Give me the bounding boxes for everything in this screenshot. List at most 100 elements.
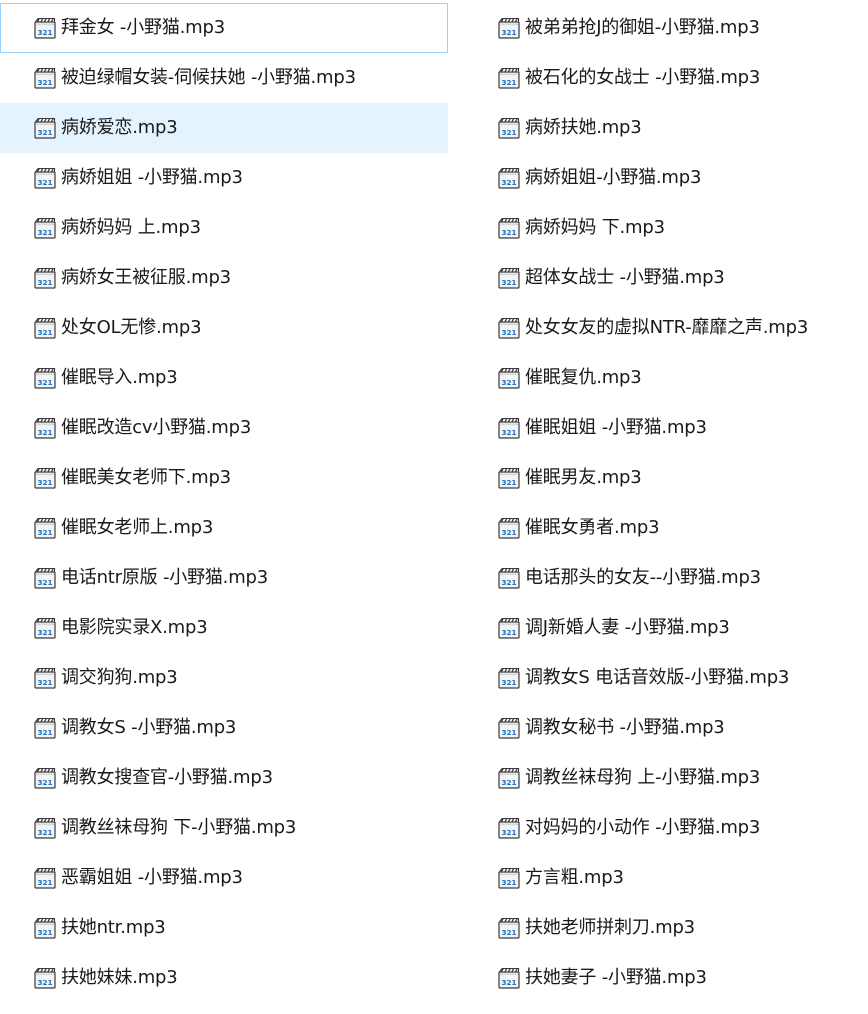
media-audio-file-icon: 321 [498,267,520,289]
file-name: 催眠导入.mp3 [61,367,178,388]
file-item[interactable]: 321 催眠女勇者.mp3 [448,503,868,553]
file-item[interactable]: 321 电影院实录X.mp3 [0,603,448,653]
file-name: 病娇爱恋.mp3 [61,117,178,138]
media-audio-file-icon: 321 [34,817,56,839]
file-item[interactable]: 321 拜金女 -小野猫.mp3 [0,3,448,53]
svg-text:321: 321 [501,428,516,437]
media-audio-file-icon: 321 [34,567,56,589]
file-item[interactable]: 321 病娇妈妈 上.mp3 [0,203,448,253]
file-name: 病娇扶她.mp3 [525,117,642,138]
file-item[interactable]: 321 调教女秘书 -小野猫.mp3 [448,703,868,753]
file-item[interactable]: 321 扶她妹妹.mp3 [0,953,448,1003]
file-item[interactable]: 321 病娇女王被征服.mp3 [0,253,448,303]
media-audio-file-icon: 321 [34,967,56,989]
file-item[interactable]: 321 调J新婚人妻 -小野猫.mp3 [448,603,868,653]
file-name: 调教女秘书 -小野猫.mp3 [525,717,725,738]
svg-text:321: 321 [501,778,516,787]
media-audio-file-icon: 321 [498,117,520,139]
file-item[interactable]: 321 催眠女老师上.mp3 [0,503,448,553]
file-item[interactable]: 321 被弟弟抢J的御姐-小野猫.mp3 [448,3,868,53]
file-item[interactable]: 321 调教丝袜母狗 下-小野猫.mp3 [0,803,448,853]
media-audio-file-icon: 321 [498,667,520,689]
file-item[interactable]: 321 电话那头的女友--小野猫.mp3 [448,553,868,603]
svg-text:321: 321 [501,78,516,87]
file-item[interactable]: 321 病娇妈妈 下.mp3 [448,203,868,253]
svg-text:321: 321 [37,978,52,987]
svg-text:321: 321 [501,678,516,687]
file-item[interactable]: 321 催眠改造cv小野猫.mp3 [0,403,448,453]
svg-text:321: 321 [37,78,52,87]
media-audio-file-icon: 321 [34,67,56,89]
file-item[interactable]: 321 催眠男友.mp3 [448,453,868,503]
svg-text:321: 321 [501,378,516,387]
file-item[interactable]: 321 病娇姐姐 -小野猫.mp3 [0,153,448,203]
file-item[interactable]: 321 处女女友的虚拟NTR-靡靡之声.mp3 [448,303,868,353]
file-item[interactable]: 321 被迫绿帽女装-伺候扶她 -小野猫.mp3 [0,53,448,103]
media-audio-file-icon: 321 [34,117,56,139]
media-audio-file-icon: 321 [498,17,520,39]
media-audio-file-icon: 321 [498,767,520,789]
media-audio-file-icon: 321 [498,367,520,389]
media-audio-file-icon: 321 [498,917,520,939]
svg-text:321: 321 [501,328,516,337]
file-item[interactable]: 321 病娇扶她.mp3 [448,103,868,153]
media-audio-file-icon: 321 [498,967,520,989]
file-item[interactable]: 321 电话ntr原版 -小野猫.mp3 [0,553,448,603]
file-item[interactable]: 321 催眠复仇.mp3 [448,353,868,403]
file-item[interactable]: 321 扶她ntr.mp3 [0,903,448,953]
file-item[interactable]: 321 对妈妈的小动作 -小野猫.mp3 [448,803,868,853]
file-item[interactable]: 321 调教女S 电话音效版-小野猫.mp3 [448,653,868,703]
file-name: 病娇姐姐-小野猫.mp3 [525,167,702,188]
file-item[interactable]: 321 病娇姐姐-小野猫.mp3 [448,153,868,203]
file-item[interactable]: 321 方言粗.mp3 [448,853,868,903]
media-audio-file-icon: 321 [34,267,56,289]
file-item[interactable]: 321 处女OL无惨.mp3 [0,303,448,353]
file-name: 调教女S 电话音效版-小野猫.mp3 [525,667,790,688]
file-item[interactable]: 321 调交狗狗.mp3 [0,653,448,703]
media-audio-file-icon: 321 [498,517,520,539]
file-name: 病娇妈妈 下.mp3 [525,217,665,238]
file-item[interactable]: 321 调教女S -小野猫.mp3 [0,703,448,753]
svg-text:321: 321 [37,428,52,437]
svg-text:321: 321 [501,128,516,137]
file-item[interactable]: 321 催眠导入.mp3 [0,353,448,403]
file-item[interactable]: 321 超体女战士 -小野猫.mp3 [448,253,868,303]
file-name: 病娇女王被征服.mp3 [61,267,231,288]
media-audio-file-icon: 321 [498,317,520,339]
svg-text:321: 321 [37,628,52,637]
file-name: 处女OL无惨.mp3 [61,317,202,338]
media-audio-file-icon: 321 [34,667,56,689]
file-name: 被弟弟抢J的御姐-小野猫.mp3 [525,17,760,38]
svg-text:321: 321 [501,228,516,237]
file-name: 对妈妈的小动作 -小野猫.mp3 [525,817,761,838]
file-item[interactable]: 321 扶她老师拼刺刀.mp3 [448,903,868,953]
svg-text:321: 321 [501,278,516,287]
file-name: 方言粗.mp3 [525,867,624,888]
media-audio-file-icon: 321 [34,867,56,889]
file-item[interactable]: 321 病娇爱恋.mp3 [0,103,448,153]
media-audio-file-icon: 321 [498,567,520,589]
file-name: 病娇妈妈 上.mp3 [61,217,201,238]
file-name: 调教丝袜母狗 下-小野猫.mp3 [61,817,297,838]
file-list: 321 拜金女 -小野猫.mp3 321 被弟弟抢J的御姐-小野猫.mp3 321 被迫绿… [0,3,868,1003]
file-item[interactable]: 321 扶她妻子 -小野猫.mp3 [448,953,868,1003]
svg-text:321: 321 [37,728,52,737]
file-item[interactable]: 321 催眠姐姐 -小野猫.mp3 [448,403,868,453]
file-item[interactable]: 321 调教丝袜母狗 上-小野猫.mp3 [448,753,868,803]
svg-text:321: 321 [501,28,516,37]
file-item[interactable]: 321 被石化的女战士 -小野猫.mp3 [448,53,868,103]
svg-text:321: 321 [501,728,516,737]
file-item[interactable]: 321 调教女搜查官-小野猫.mp3 [0,753,448,803]
media-audio-file-icon: 321 [34,517,56,539]
svg-text:321: 321 [37,228,52,237]
media-audio-file-icon: 321 [34,17,56,39]
file-name: 催眠女勇者.mp3 [525,517,660,538]
svg-text:321: 321 [37,578,52,587]
file-name: 电话那头的女友--小野猫.mp3 [525,567,761,588]
file-name: 调教丝袜母狗 上-小野猫.mp3 [525,767,761,788]
file-item[interactable]: 321 恶霸姐姐 -小野猫.mp3 [0,853,448,903]
file-item[interactable]: 321 催眠美女老师下.mp3 [0,453,448,503]
file-name: 病娇姐姐 -小野猫.mp3 [61,167,243,188]
media-audio-file-icon: 321 [34,717,56,739]
svg-text:321: 321 [37,328,52,337]
